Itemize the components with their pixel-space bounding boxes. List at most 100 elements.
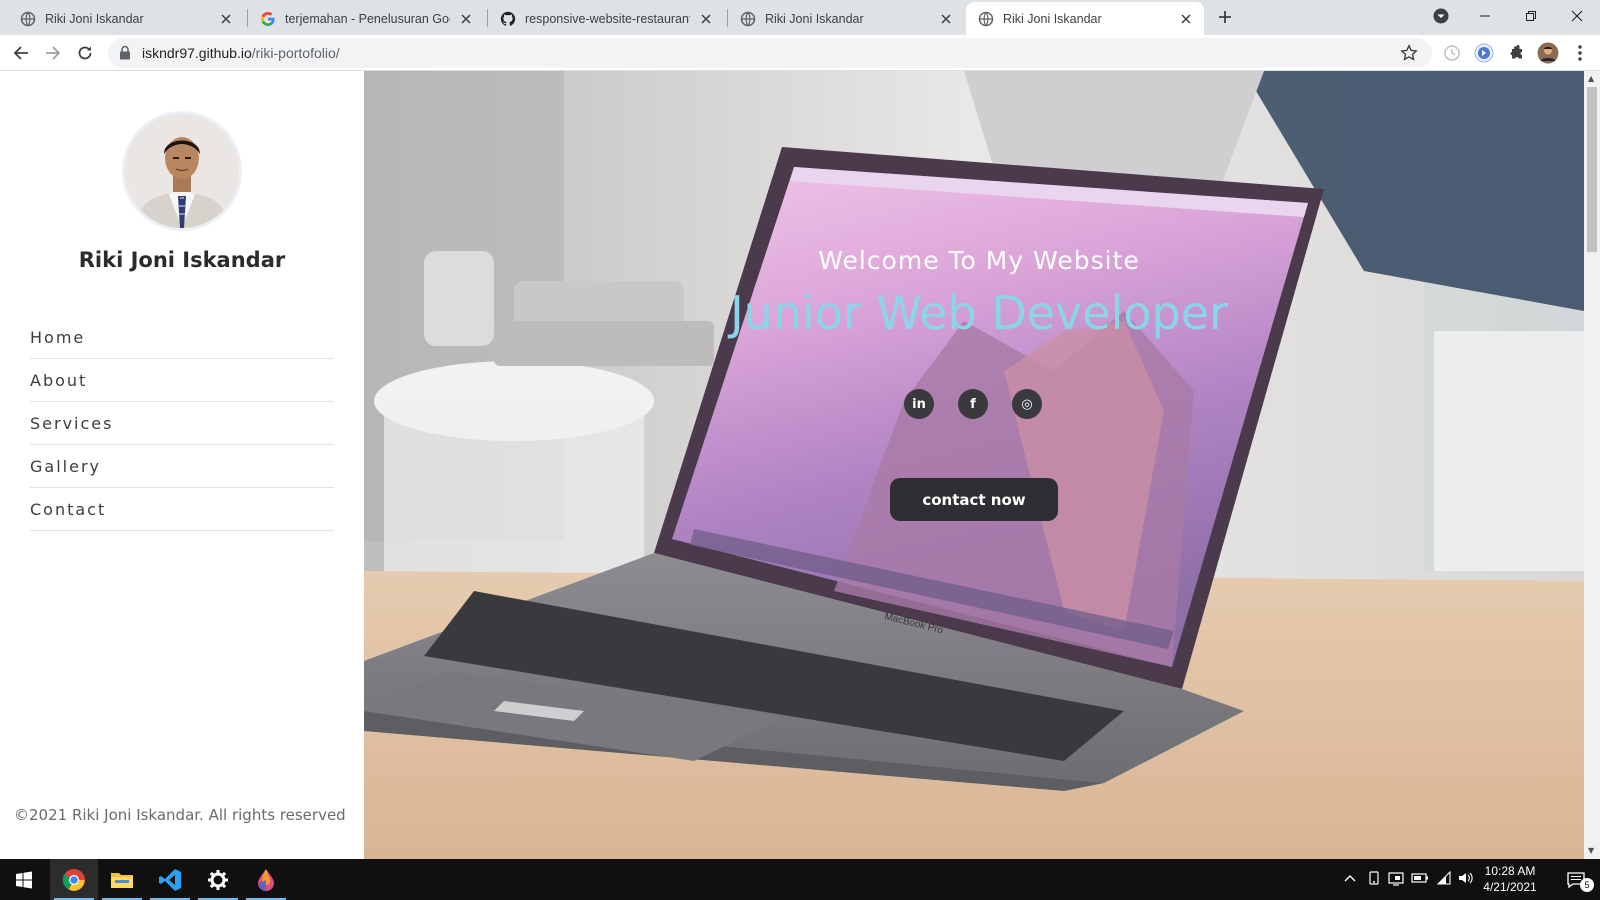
tab-4[interactable]: Riki Joni Iskandar [728, 2, 964, 35]
address-bar[interactable]: iskndr97.github.io/riki-portofolio/ [108, 38, 1432, 68]
kebab-menu-icon [1578, 45, 1582, 61]
browser-toolbar: iskndr97.github.io/riki-portofolio/ [0, 35, 1600, 71]
chrome-icon [62, 868, 85, 891]
web-page: Riki Joni Iskandar Home About Services G… [0, 71, 1584, 859]
url-path: /riki-portofolio/ [251, 45, 340, 61]
tab-5-active[interactable]: Riki Joni Iskandar [966, 2, 1204, 35]
google-icon [261, 11, 275, 26]
puzzle-icon [1510, 45, 1522, 59]
bookmark-star-icon[interactable] [1400, 44, 1418, 62]
clock-time: 10:28 AM [1484, 864, 1536, 878]
globe-icon [978, 11, 994, 26]
person-photo-icon [125, 114, 239, 228]
file-explorer-icon [111, 872, 133, 888]
hero-background-image: MacBook Pro [364, 71, 1584, 859]
tab-3[interactable]: responsive-website-restaurant/st [488, 2, 724, 35]
profile-photo [122, 111, 242, 231]
plus-icon [1219, 11, 1231, 23]
nav-item-services[interactable]: Services [30, 402, 334, 445]
close-window-button[interactable] [1554, 0, 1600, 32]
close-icon[interactable] [938, 11, 954, 27]
taskbar-vscode[interactable] [146, 859, 194, 900]
avatar-icon [1537, 42, 1559, 64]
contact-now-button[interactable]: contact now [890, 478, 1058, 521]
globe-icon [740, 11, 756, 26]
vscode-icon [159, 868, 181, 891]
role-headline: Junior Web Developer [730, 286, 1228, 340]
display-icon[interactable] [1388, 871, 1404, 887]
close-icon[interactable] [218, 11, 234, 27]
scrollbar-thumb[interactable] [1587, 87, 1597, 252]
sidebar: Riki Joni Iskandar Home About Services G… [0, 71, 364, 859]
reload-icon [78, 46, 92, 60]
wifi-icon[interactable] [1436, 871, 1452, 885]
nav-item-contact[interactable]: Contact [30, 488, 334, 531]
arrow-right-icon [46, 46, 61, 60]
close-icon[interactable] [458, 11, 474, 27]
reload-button[interactable] [73, 41, 97, 65]
windows-start-icon [16, 871, 32, 888]
copyright-text: ©2021 Riki Joni Iskandar. All rights res… [14, 806, 346, 824]
github-icon [500, 11, 516, 26]
minimize-button[interactable] [1462, 0, 1508, 32]
menu-button[interactable] [1568, 41, 1592, 65]
close-icon[interactable] [698, 11, 714, 27]
tab-title: Riki Joni Iskandar [765, 11, 864, 26]
taskbar-settings[interactable] [194, 859, 242, 900]
close-icon [1571, 10, 1583, 22]
battery-icon[interactable] [1411, 871, 1429, 885]
nav-item-home[interactable]: Home [30, 316, 334, 359]
back-button[interactable] [9, 41, 33, 65]
close-icon[interactable] [1178, 11, 1194, 27]
paint-drop-icon [258, 868, 274, 891]
restore-icon [1526, 11, 1536, 21]
tab-1[interactable]: Riki Joni Iskandar [8, 2, 244, 35]
windows-taskbar: 10:28 AM 4/21/2021 5 [0, 859, 1600, 900]
scroll-up-icon[interactable]: ▲ [1588, 74, 1594, 83]
taskbar-file-explorer[interactable] [98, 859, 146, 900]
facebook-icon[interactable]: f [958, 389, 988, 419]
tab-title: Riki Joni Iskandar [1003, 11, 1102, 26]
scroll-down-icon[interactable]: ▼ [1588, 846, 1594, 855]
forward-button[interactable] [41, 41, 65, 65]
tab-strip: Riki Joni Iskandar terjemahan - Penelusu… [0, 0, 1600, 35]
social-links: in f ◎ [904, 389, 1042, 419]
clock-extension-icon [1444, 45, 1460, 61]
tab-search-button[interactable] [1418, 0, 1464, 32]
clock-date: 4/21/2021 [1483, 880, 1537, 894]
url-host: iskndr97.github.io [142, 45, 252, 61]
action-center-button[interactable]: 5 [1552, 859, 1600, 900]
welcome-text: Welcome To My Website [818, 246, 1140, 275]
tab-2[interactable]: terjemahan - Penelusuran Google [248, 2, 484, 35]
profile-button[interactable] [1536, 41, 1560, 65]
tab-title: Riki Joni Iskandar [45, 11, 144, 26]
shield-extension-icon [1474, 43, 1494, 63]
instagram-icon[interactable]: ◎ [1012, 389, 1042, 419]
extension-2-button[interactable] [1472, 41, 1496, 65]
start-button[interactable] [0, 859, 48, 900]
owner-name: Riki Joni Iskandar [78, 248, 286, 272]
notification-count-badge: 5 [1580, 878, 1594, 892]
tab-title: terjemahan - Penelusuran Google [285, 11, 450, 26]
arrow-left-icon [13, 46, 28, 60]
system-clock[interactable]: 10:28 AM 4/21/2021 [1470, 863, 1550, 895]
new-tab-button[interactable] [1215, 7, 1235, 27]
page-scrollbar[interactable]: ▲ ▼ [1584, 71, 1600, 859]
lock-icon [120, 45, 130, 60]
chevron-up-icon[interactable] [1343, 871, 1357, 885]
device-icon[interactable] [1367, 871, 1381, 887]
settings-icon [208, 869, 228, 890]
minimize-icon [1480, 15, 1490, 17]
extension-1-button[interactable] [1440, 41, 1464, 65]
linkedin-icon[interactable]: in [904, 389, 934, 419]
nav-item-about[interactable]: About [30, 359, 334, 402]
taskbar-paint-app[interactable] [242, 859, 290, 900]
extensions-button[interactable] [1504, 41, 1528, 65]
tab-title: responsive-website-restaurant/st [525, 11, 690, 26]
restore-button[interactable] [1508, 0, 1554, 32]
taskbar-chrome[interactable] [50, 859, 98, 900]
nav-item-gallery[interactable]: Gallery [30, 445, 334, 488]
chevron-down-circle-icon [1433, 8, 1449, 24]
main-nav: Home About Services Gallery Contact [30, 316, 334, 531]
url-text[interactable]: iskndr97.github.io/riki-portofolio/ [142, 45, 340, 61]
